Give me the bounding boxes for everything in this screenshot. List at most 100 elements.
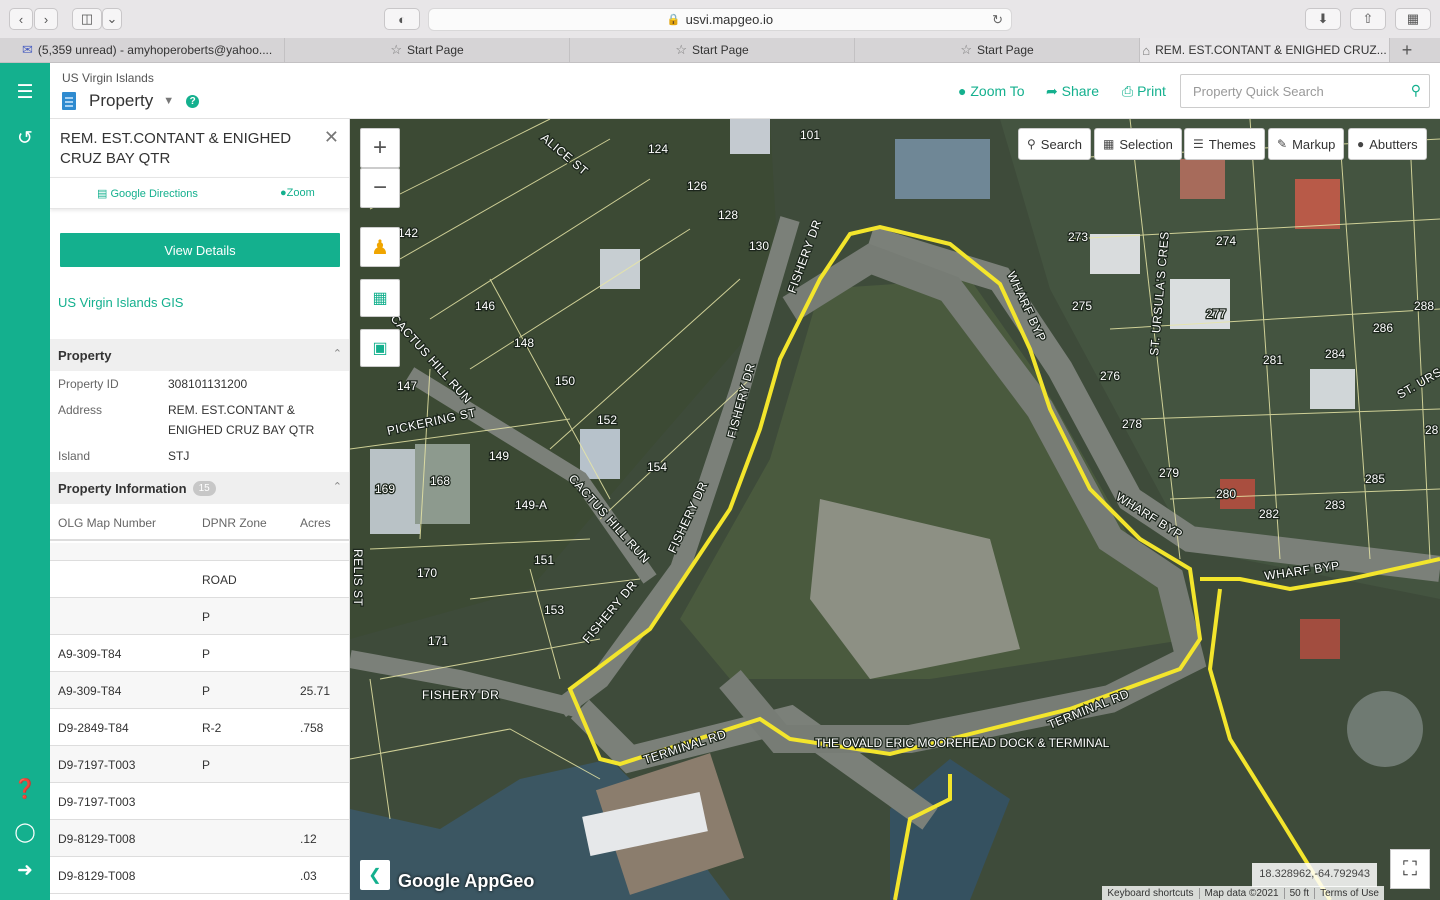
- table-row[interactable]: P: [50, 598, 349, 635]
- share-sheet-button[interactable]: ⇧: [1350, 8, 1386, 30]
- google-directions-link[interactable]: ▤ Google Directions: [97, 187, 198, 200]
- reload-icon[interactable]: ↻: [992, 12, 1003, 28]
- home-icon: ⌂: [1142, 42, 1151, 58]
- help-icon[interactable]: ❓: [0, 777, 50, 801]
- share-icon: ➦: [1046, 83, 1062, 99]
- app-header: US Virgin Islands Property ▼ ? ● Zoom To…: [50, 63, 1440, 119]
- markup-button[interactable]: ✎ Markup: [1268, 128, 1345, 160]
- parcel-label: 286: [1373, 321, 1393, 335]
- tab-mail[interactable]: ✉ (5,359 unread) - amyhoperoberts@yahoo..…: [0, 38, 285, 62]
- forward-button[interactable]: ›: [34, 8, 58, 30]
- cell-acres: .758: [300, 721, 324, 735]
- property-panel: REM. EST.CONTANT & ENIGHED CRUZ BAY QTR …: [50, 119, 350, 900]
- map-view[interactable]: 101 124 126 128 130 142 146 147 148 149 …: [350, 119, 1440, 900]
- table-row[interactable]: D9-8129-T008 .12: [50, 820, 349, 857]
- terms-link[interactable]: Terms of Use: [1315, 888, 1384, 899]
- layers-icon: ☰: [1193, 137, 1204, 151]
- history-icon[interactable]: ↺: [0, 127, 50, 150]
- browser-toolbar: ‹ › ◫ ⌄ ◐ 🔒 usvi.mapgeo.io ↻ ⬇ ⇧ ▦: [0, 0, 1440, 38]
- property-section-header[interactable]: Property ⌃: [50, 339, 349, 371]
- zoom-out-button[interactable]: −: [360, 168, 400, 208]
- search-icon[interactable]: ⚲: [1411, 82, 1421, 99]
- zoom-link[interactable]: ●Zoom: [280, 187, 315, 199]
- usvi-gis-link[interactable]: US Virgin Islands GIS: [58, 295, 183, 310]
- parcel-label: 274: [1216, 234, 1236, 248]
- grid-icon: ▦: [1103, 137, 1115, 151]
- table-row[interactable]: D9-7197-T003 P: [50, 746, 349, 783]
- sidebar-menu-button[interactable]: ⌄: [102, 8, 122, 30]
- chevron-up-icon[interactable]: ⌃: [333, 347, 342, 360]
- cell-olg-map: A9-309-T84: [58, 684, 122, 698]
- abutters-button[interactable]: ● Abutters: [1348, 128, 1427, 160]
- parcel-label: 147: [397, 379, 417, 393]
- view-details-button[interactable]: View Details: [60, 233, 340, 267]
- layer-selector[interactable]: Property ▼ ?: [62, 91, 200, 111]
- tab-bar: ✉ (5,359 unread) - amyhoperoberts@yahoo..…: [0, 38, 1440, 63]
- close-icon[interactable]: ✕: [324, 127, 339, 148]
- table-row[interactable]: A9-309-T84 P 25.71: [50, 672, 349, 709]
- mail-icon: ✉: [22, 42, 33, 57]
- zoom-in-button[interactable]: +: [360, 128, 400, 168]
- table-row[interactable]: [50, 543, 349, 561]
- parcel-label: 142: [398, 226, 418, 240]
- map-data-text: Map data ©2021: [1200, 887, 1285, 899]
- users-icon: ●: [1357, 137, 1365, 151]
- left-rail: ☰ ↺ ❓ ◯ ➜: [0, 63, 50, 900]
- property-information-header[interactable]: Property Information 15 ⌃: [50, 472, 349, 504]
- url-text: usvi.mapgeo.io: [685, 12, 774, 27]
- zoom-to-button[interactable]: ● Zoom To: [958, 83, 1025, 99]
- map-search-button[interactable]: ⚲ Search: [1018, 128, 1091, 160]
- scale-text: 50 ft: [1285, 887, 1316, 899]
- parcel-label: 288: [1414, 299, 1434, 313]
- tab-start-page-1[interactable]: ☆ Start Page: [285, 38, 570, 62]
- column-dpnr-zone[interactable]: DPNR Zone: [202, 516, 267, 530]
- keyboard-shortcuts-link[interactable]: Keyboard shortcuts: [1102, 887, 1200, 899]
- aerial-map[interactable]: 101 124 126 128 130 142 146 147 148 149 …: [350, 119, 1440, 900]
- parcel-label: 171: [428, 634, 448, 648]
- collapse-panel-button[interactable]: ❮: [360, 860, 390, 890]
- road-label: RELIS ST: [351, 549, 365, 607]
- column-acres[interactable]: Acres: [300, 516, 331, 530]
- table-row[interactable]: D9-8129-T008 .03: [50, 857, 349, 894]
- fullscreen-icon[interactable]: ⛶: [1390, 849, 1430, 889]
- back-button[interactable]: ‹: [9, 8, 33, 30]
- parcel-label: 281: [1263, 353, 1283, 367]
- chevron-up-icon[interactable]: ⌃: [333, 480, 342, 493]
- menu-icon[interactable]: ☰: [0, 81, 50, 104]
- tab-start-page-2[interactable]: ☆ Start Page: [570, 38, 855, 62]
- downloads-button[interactable]: ⬇: [1305, 8, 1341, 30]
- region-label: US Virgin Islands: [62, 71, 154, 85]
- tab-property[interactable]: ⌂ REM. EST.CONTANT & ENIGHED CRUZ...: [1140, 38, 1390, 62]
- pencil-icon: ✎: [1277, 137, 1288, 151]
- address-bar[interactable]: 🔒 usvi.mapgeo.io ↻: [428, 8, 1012, 31]
- table-row[interactable]: D9-2849-T84 R-2 .758: [50, 709, 349, 746]
- street-view-pegman-icon[interactable]: ♟: [360, 227, 400, 267]
- lock-icon: 🔒: [666, 14, 681, 26]
- selection-button[interactable]: ▦ Selection: [1094, 128, 1182, 160]
- question-icon[interactable]: ?: [186, 94, 200, 108]
- property-id-label: Property ID: [58, 377, 119, 391]
- basemap-icon[interactable]: ▦: [360, 279, 400, 317]
- extent-icon[interactable]: ▣: [360, 329, 400, 367]
- print-icon: ⎙: [1122, 83, 1138, 99]
- table-row[interactable]: ROAD: [50, 561, 349, 598]
- print-button[interactable]: ⎙ Print: [1122, 83, 1166, 100]
- building-icon: [62, 92, 76, 110]
- chat-icon[interactable]: ◯: [0, 821, 50, 844]
- sign-in-icon[interactable]: ➜: [0, 859, 50, 882]
- privacy-shield-icon[interactable]: ◐: [384, 8, 420, 30]
- map-attribution: Keyboard shortcuts Map data ©2021 50 ft …: [1102, 886, 1384, 900]
- parcel-label: 283: [1325, 498, 1345, 512]
- caret-down-icon[interactable]: ▼: [163, 95, 174, 107]
- new-tab-button[interactable]: +: [1390, 38, 1424, 62]
- tab-overview-button[interactable]: ▦: [1395, 8, 1431, 30]
- themes-button[interactable]: ☰ Themes: [1184, 128, 1265, 160]
- column-olg-map[interactable]: OLG Map Number: [58, 516, 156, 530]
- sidebar-toggle-button[interactable]: ◫: [72, 8, 102, 30]
- parcel-label: 285: [1365, 472, 1385, 486]
- table-row[interactable]: A9-309-T84 P: [50, 635, 349, 672]
- property-quick-search-input[interactable]: Property Quick Search ⚲: [1180, 74, 1430, 108]
- table-row[interactable]: D9-7197-T003: [50, 783, 349, 820]
- tab-start-page-3[interactable]: ☆ Start Page: [855, 38, 1140, 62]
- share-button[interactable]: ➦ Share: [1046, 83, 1099, 100]
